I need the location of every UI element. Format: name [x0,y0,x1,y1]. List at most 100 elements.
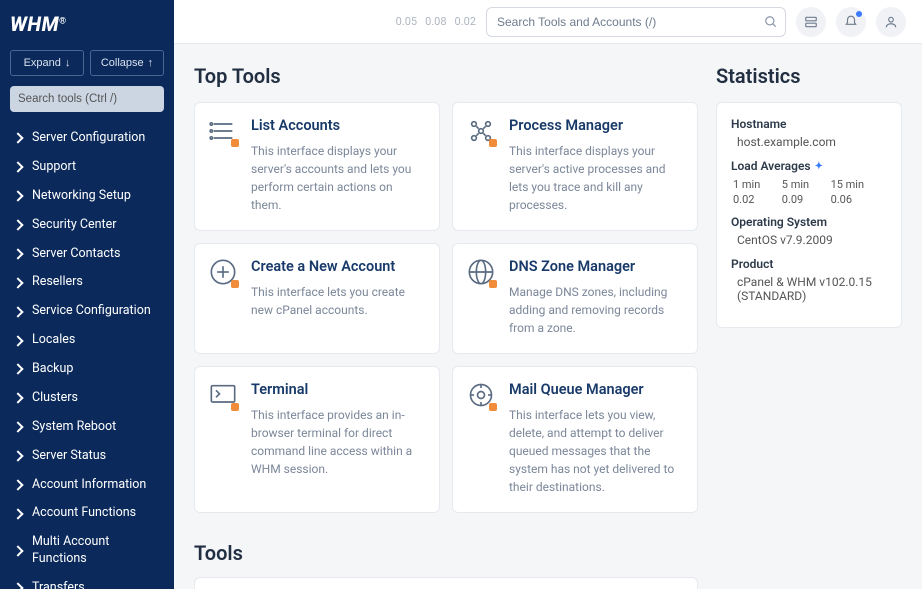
collapse-button[interactable]: Collapse↑ [90,50,164,76]
sidebar-nav: Server Configuration Support Networking Se… [10,124,164,589]
sidebar-item-label: Support [32,159,76,176]
chevron-right-icon [12,162,23,173]
chevron-right-icon [12,450,23,461]
chevron-right-icon [12,219,23,230]
sidebar-item-security-center[interactable]: Security Center [10,211,164,240]
content: Top Tools List Accounts This interface di… [174,44,922,589]
main: 0.050.080.02 Top Tools List Accounts This… [174,0,922,589]
card-desc: This interface displays your server's ac… [509,142,683,214]
statistics-panel: Hostname host.example.com Load Averages … [716,102,902,328]
os-label: Operating System [731,215,887,229]
sidebar-item-label: Resellers [32,274,83,291]
sidebar-item-label: Server Status [32,448,106,465]
chevron-right-icon [12,248,23,259]
card-desc: This interface provides an in-browser te… [251,406,425,478]
load-label: Load Averages ✦ [731,159,887,173]
top-tools-heading: Top Tools [194,64,698,88]
expand-button[interactable]: Expand↓ [10,50,84,76]
card-title: Mail Queue Manager [509,381,683,398]
expand-collapse: Expand↓ Collapse↑ [10,50,164,76]
hostname-value: host.example.com [731,135,887,149]
chevron-right-icon [12,306,23,317]
search-icon [764,15,778,29]
card-title: Create a New Account [251,258,425,275]
card-title: List Accounts [251,117,425,134]
card-icon [467,258,495,286]
sidebar-item-label: Clusters [32,390,78,407]
chevron-right-icon [12,364,23,375]
notification-dot [856,11,862,17]
card-title: Process Manager [509,117,683,134]
tool-card-list-accounts[interactable]: List AccountsThis interface displays you… [194,102,440,231]
sidebar-item-label: Server Configuration [32,130,145,147]
chevron-right-icon [12,508,23,519]
user-icon[interactable] [876,7,906,37]
sidebar-item-support[interactable]: Support [10,153,164,182]
tool-card-dns-zone-manager[interactable]: DNS Zone Manager Manage DNS zones, includ… [452,243,698,354]
sidebar-item-transfers[interactable]: Transfers [10,574,164,589]
top-tools-grid: List Accounts This interface displays you… [194,102,698,513]
sidebar-item-label: Networking Setup [32,188,131,205]
sidebar-item-multi-account-functions[interactable]: Multi Account Functions [10,528,164,574]
tool-card-terminal[interactable]: TerminalThis interface provides an in-br… [194,366,440,513]
card-icon [467,117,495,145]
card-title: DNS Zone Manager [509,258,683,275]
topbar: 0.050.080.02 [174,0,922,44]
card-icon [209,117,237,145]
card-desc: Manage DNS zones, including adding and r… [509,283,683,337]
arrow-up-icon: ↑ [148,57,154,69]
arrow-down-icon: ↓ [65,57,71,69]
running-icon: ✦ [815,161,823,172]
card-icon [209,258,237,286]
sidebar-item-server-status[interactable]: Server Status [10,442,164,471]
sidebar-item-system-reboot[interactable]: System Reboot [10,413,164,442]
sidebar-item-label: Backup [32,361,73,378]
left-column: Top Tools List Accounts This interface di… [194,64,698,589]
server-icon[interactable] [796,7,826,37]
chevron-right-icon [12,335,23,346]
logo: WHM® [10,12,164,36]
sidebar-item-label: Account Functions [32,505,136,522]
statistics-heading: Statistics [716,64,902,88]
hostname-label: Hostname [731,117,887,131]
chevron-right-icon [12,479,23,490]
sidebar-item-backup[interactable]: Backup [10,355,164,384]
product-value: cPanel & WHM v102.0.15 (STANDARD) [731,275,887,303]
accordion-header[interactable]: Server Configuration [195,578,697,589]
tools-section: Tools Server Configuration WHMBasic WebH… [194,541,698,589]
chevron-right-icon [12,422,23,433]
card-desc: This interface lets you create new cPane… [251,283,425,319]
card-icon [467,381,495,409]
search-wrap [486,7,786,37]
os-value: CentOS v7.9.2009 [731,233,887,247]
product-label: Product [731,257,887,271]
bell-icon[interactable] [836,7,866,37]
sidebar-item-label: Locales [32,332,75,349]
sidebar-item-label: System Reboot [32,419,116,436]
sidebar-item-account-information[interactable]: Account Information [10,471,164,500]
sidebar-item-server-configuration[interactable]: Server Configuration [10,124,164,153]
sidebar-search-input[interactable] [10,86,164,112]
card-desc: This interface lets you view, delete, an… [509,406,683,496]
right-column: Statistics Hostname host.example.com Loa… [716,64,902,589]
sidebar-item-server-contacts[interactable]: Server Contacts [10,240,164,269]
sidebar-item-label: Transfers [32,580,85,589]
sidebar-item-locales[interactable]: Locales [10,326,164,355]
sidebar-item-label: Account Information [32,477,146,494]
sidebar-item-account-functions[interactable]: Account Functions [10,499,164,528]
sidebar-item-service-configuration[interactable]: Service Configuration [10,297,164,326]
tools-accordion: Server Configuration WHMBasic WebHost Ma… [194,577,698,589]
search-input[interactable] [486,7,786,37]
sidebar-item-label: Server Contacts [32,246,120,263]
sidebar-item-resellers[interactable]: Resellers [10,268,164,297]
sidebar-item-clusters[interactable]: Clusters [10,384,164,413]
sidebar: WHM® Expand↓ Collapse↑ Server Configurat… [0,0,174,589]
chevron-right-icon [12,277,23,288]
sidebar-item-networking-setup[interactable]: Networking Setup [10,182,164,211]
chevron-right-icon [12,583,23,589]
tool-card-process-manager[interactable]: Process Manager This interface displays y… [452,102,698,231]
tool-card-mail-queue-manager[interactable]: Mail Queue Manager This interface lets yo… [452,366,698,513]
tool-card-create-a-new-account[interactable]: Create a New Account This interface lets … [194,243,440,354]
load-mini: 0.050.080.02 [396,15,476,28]
chevron-right-icon [12,393,23,404]
